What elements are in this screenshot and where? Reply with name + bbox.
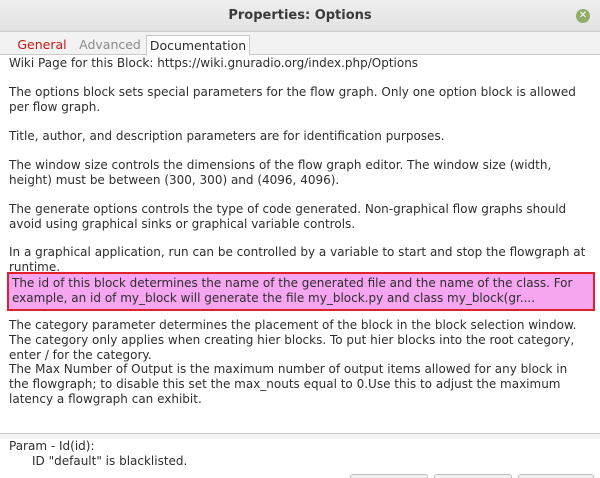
- doc-paragraph-id-highlighted: The id of this block determines the name…: [7, 272, 595, 311]
- doc-paragraph-title: Title, author, and description parameter…: [9, 129, 445, 143]
- dialog-button-2[interactable]: [434, 474, 512, 478]
- close-icon[interactable]: ✕: [576, 9, 590, 23]
- dialog-button-1[interactable]: [350, 474, 428, 478]
- tab-general[interactable]: General: [10, 35, 74, 55]
- doc-paragraph-generate-options: The generate options controls the type o…: [9, 202, 567, 231]
- dialog-button-3[interactable]: [518, 474, 594, 478]
- param-error-label: Param - Id(id):: [9, 439, 95, 453]
- title-bar: Properties: Options ✕: [0, 0, 600, 32]
- tab-documentation[interactable]: Documentation: [146, 35, 250, 56]
- doc-paragraph-graphical-run: In a graphical application, run can be c…: [9, 245, 586, 274]
- param-error-message: ID "default" is blacklisted.: [32, 454, 188, 468]
- param-errors-panel: Param - Id(id): ID "default" is blacklis…: [0, 439, 600, 478]
- doc-paragraph-options: The options block sets special parameter…: [9, 85, 576, 114]
- documentation-panel: Wiki Page for this Block: https://wiki.g…: [0, 56, 600, 434]
- doc-paragraph-max-nouts: The Max Number of Output is the maximum …: [9, 362, 568, 406]
- tab-advanced[interactable]: Advanced: [76, 35, 144, 55]
- window-title: Properties: Options: [228, 8, 372, 23]
- doc-wiki-link: Wiki Page for this Block: https://wiki.g…: [9, 56, 419, 70]
- doc-paragraph-category: The category parameter determines the pl…: [9, 318, 577, 362]
- tab-bar: General Advanced Documentation: [0, 32, 600, 56]
- doc-paragraph-window-size: The window size controls the dimensions …: [9, 158, 552, 187]
